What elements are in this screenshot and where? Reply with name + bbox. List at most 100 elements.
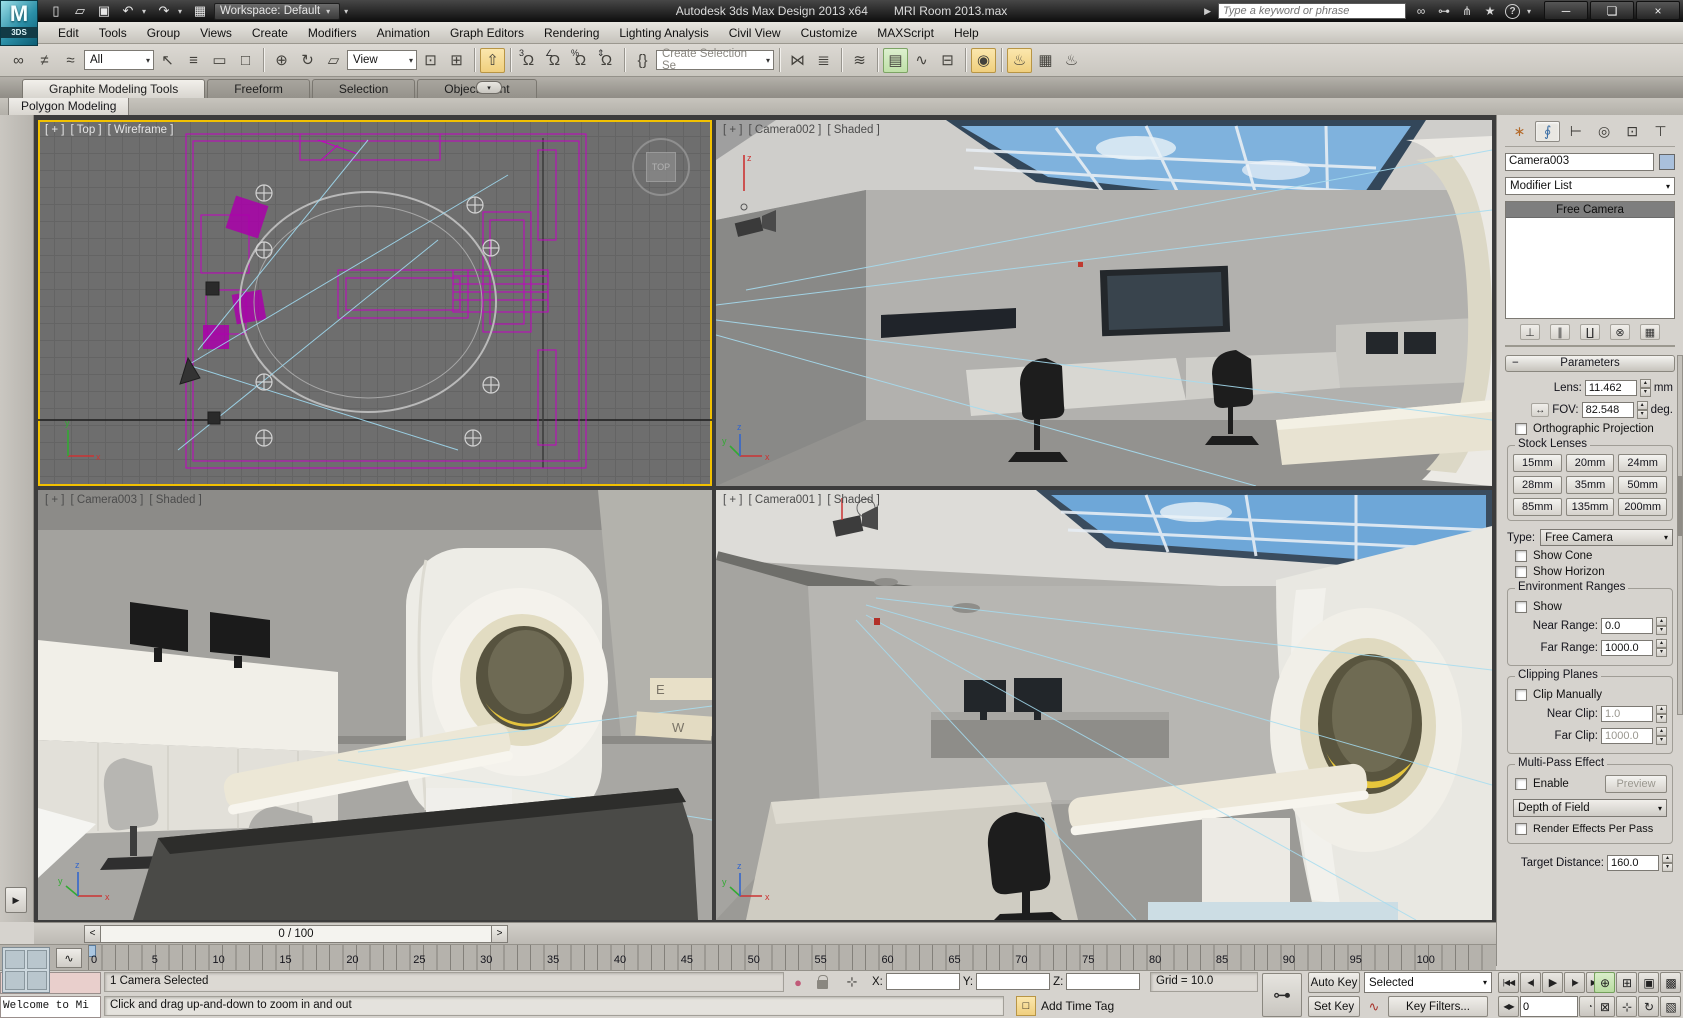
zoom-extents-all-icon[interactable]: ▩ [1660,972,1681,993]
viewport-menu-pov[interactable]: [ Camera002 ] [749,124,822,136]
maxscript-mini-listener[interactable]: Welcome to Mi [0,996,101,1018]
add-time-tag-label[interactable]: Add Time Tag [1041,999,1114,1013]
viewport-camera002[interactable]: z x y z [ + ] [ Camera002 ] [ Shaded ] [716,120,1492,486]
stock-lens-35mm[interactable]: 35mm [1565,476,1615,494]
reference-coordinate-dropdown[interactable]: View ▾ [347,50,417,70]
spinner-snap-icon[interactable]: ⇕ Ω [594,48,619,73]
absolute-offset-toggle-icon[interactable]: ⊹ [842,972,862,992]
pan-view-icon[interactable]: ⊹ [1616,996,1637,1017]
y-coordinate-field[interactable] [976,973,1051,990]
zoom-extents-icon[interactable]: ▣ [1638,972,1659,993]
show-end-result-icon[interactable]: ∥ [1550,324,1570,340]
clip-manually-checkbox[interactable] [1515,689,1527,701]
env-show-checkbox[interactable] [1515,601,1527,613]
menu-create[interactable]: Create [242,24,298,42]
target-distance-field[interactable]: 160.0 [1607,855,1659,871]
mirror-icon[interactable]: ⋈ [785,48,810,73]
display-tab-icon[interactable]: ⊡ [1620,121,1645,142]
parameters-rollout-header[interactable]: − Parameters [1505,355,1675,372]
use-pivot-point-center-icon[interactable]: ⊡ [418,48,443,73]
default-in-out-tangents-icon[interactable]: ∿ [1364,997,1384,1017]
application-menu-button[interactable]: M 3DS [0,0,38,46]
x-coordinate-field[interactable] [885,973,960,990]
far-range-field[interactable]: 1000.0 [1601,640,1653,656]
camera-type-dropdown[interactable]: Free Camera ▾ [1540,529,1673,546]
show-horizon-checkbox[interactable] [1515,566,1527,578]
object-color-swatch[interactable] [1659,154,1675,170]
mp-enable-checkbox[interactable] [1515,778,1527,790]
viewport-layout-flyout-icon[interactable]: ▶ [5,887,27,913]
region-zoom-icon[interactable]: ⊠ [1594,996,1615,1017]
auto-key-button[interactable]: Auto Key [1308,972,1360,993]
viewport-menu-shading[interactable]: [ Wireframe ] [108,124,174,136]
viewport-camera001[interactable]: x y z [ + ] [ Camera001 ] [ Shaded ] [716,490,1492,920]
selection-filter-dropdown[interactable]: All ▾ [84,50,154,70]
menu-rendering[interactable]: Rendering [534,24,609,42]
save-file-icon[interactable]: ▣ [94,2,114,20]
menu-modifiers[interactable]: Modifiers [298,24,367,42]
help-icon[interactable]: ? [1505,3,1520,19]
z-coordinate-field[interactable] [1066,973,1141,990]
named-selection-dropdown[interactable]: Create Selection Se ▾ [656,48,774,72]
previous-frame-icon[interactable]: ◀| [1520,972,1541,993]
keyboard-shortcut-override-icon[interactable]: ⇧ [480,47,505,73]
lens-spinner[interactable]: ▴ ▾ [1639,379,1651,397]
viewport-camera003[interactable]: E W x y z [ + ] [ Camera003 ] [ Shaded ] [38,490,712,920]
ribbon-display-dropdown-icon[interactable]: ▾ [476,81,502,94]
new-scene-icon[interactable]: ▯ [46,2,66,20]
redo-dropdown-icon[interactable]: ▾ [178,7,186,16]
configure-modifier-sets-icon[interactable]: ▦ [1640,324,1660,340]
open-file-icon[interactable]: ▱ [70,2,90,20]
make-unique-icon[interactable]: ∐ [1580,324,1600,340]
viewport-menu-general[interactable]: [ + ] [723,494,743,506]
menu-graph-editors[interactable]: Graph Editors [440,24,534,42]
unlink-selection-icon[interactable]: ≠ [32,48,57,73]
select-and-link-icon[interactable]: ∞ [6,48,31,73]
lens-field[interactable]: 11.462 [1584,380,1637,396]
workspace-selector[interactable]: Workspace: Default ▾ [214,2,341,20]
key-filters-button[interactable]: Key Filters... [1388,996,1488,1017]
viewport-menu-shading[interactable]: [ Shaded ] [149,494,201,506]
menu-lighting-analysis[interactable]: Lighting Analysis [609,24,718,42]
orthographic-checkbox[interactable] [1515,423,1527,435]
utilities-tab-icon[interactable]: ⊤ [1648,121,1673,142]
menu-civil-view[interactable]: Civil View [719,24,791,42]
fov-field[interactable]: 82.548 [1581,402,1634,418]
stock-lens-15mm[interactable]: 15mm [1513,454,1562,472]
orbit-icon[interactable]: ↻ [1638,996,1659,1017]
restore-button[interactable]: ❏ [1590,1,1634,20]
current-frame-field[interactable] [1520,996,1578,1017]
isolate-selection-icon[interactable]: ● [788,972,808,992]
communication-center-icon[interactable]: ⋔ [1459,4,1475,18]
menu-animation[interactable]: Animation [367,24,440,42]
far-range-spinner[interactable]: ▴ ▾ [1656,639,1667,657]
viewport-menu-general[interactable]: [ + ] [45,494,65,506]
viewport-top[interactable]: x y [ + ] [ Top ] [ Wireframe ] TOP [38,120,712,486]
modifier-list-dropdown[interactable]: Modifier List ▾ [1505,177,1675,195]
tab-polygon-modeling[interactable]: Polygon Modeling [8,98,130,116]
track-bar[interactable]: ∿ 0 5 10 15 20 25 30 35 40 45 50 55 60 65 70 75 80 85 90 95… [0,944,1496,993]
modify-tab-icon[interactable]: ∮ [1535,121,1561,142]
stock-lens-85mm[interactable]: 85mm [1513,498,1562,516]
render-setup-icon[interactable]: ♨ [1007,47,1032,73]
select-object-icon[interactable]: ↖ [155,48,180,73]
command-panel-scrollbar[interactable] [1677,355,1683,715]
bind-to-space-warp-icon[interactable]: ≈ [58,48,83,73]
stock-lens-24mm[interactable]: 24mm [1618,454,1667,472]
viewport-menu-pov[interactable]: [ Top ] [71,124,102,136]
toggle-set-key-mode-icon[interactable]: ⊶ [1262,973,1302,1017]
stock-lens-28mm[interactable]: 28mm [1513,476,1562,494]
viewcube[interactable]: TOP [632,138,690,196]
menu-group[interactable]: Group [137,24,190,42]
menu-help[interactable]: Help [944,24,989,42]
near-clip-spinner[interactable]: ▴ ▾ [1656,705,1667,723]
angle-snap-icon[interactable]: ∠ Ω [542,48,567,73]
create-tab-icon[interactable]: ∗ [1507,121,1532,142]
undo-dropdown-icon[interactable]: ▾ [142,7,150,16]
far-clip-field[interactable]: 1000.0 [1601,728,1653,744]
menu-tools[interactable]: Tools [89,24,137,42]
viewport-menu-general[interactable]: [ + ] [723,124,743,136]
maximize-viewport-toggle-icon[interactable]: ▧ [1660,996,1681,1017]
subscription-center-icon[interactable]: ⊶ [1436,4,1452,18]
pin-stack-icon[interactable]: ⊥ [1520,324,1540,340]
